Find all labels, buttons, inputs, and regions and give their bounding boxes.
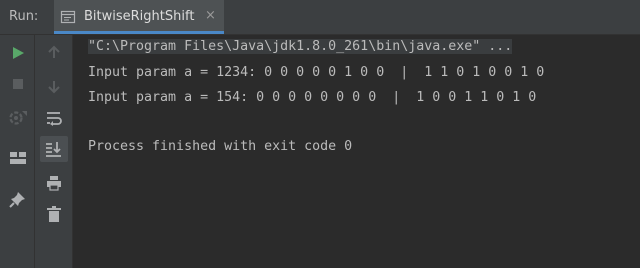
console-output[interactable]: "C:\Program Files\Java\jdk1.8.0_261\bin\…: [73, 35, 640, 268]
console-tab-icon: [60, 10, 76, 24]
run-tool-window-header: Run: BitwiseRightShift ×: [0, 0, 640, 35]
print-icon[interactable]: [46, 175, 62, 191]
soft-wrap-icon[interactable]: [45, 110, 63, 126]
tab-underline: [54, 31, 224, 34]
down-arrow-icon[interactable]: [46, 79, 62, 95]
rerun-icon[interactable]: [8, 108, 28, 126]
command-line: "C:\Program Files\Java\jdk1.8.0_261\bin\…: [88, 39, 513, 54]
close-icon[interactable]: ×: [205, 8, 216, 23]
trash-icon[interactable]: [47, 206, 61, 222]
stop-icon[interactable]: [10, 76, 26, 92]
output-line: Input param a = 154: 0 0 0 0 0 0 0 0 | 1…: [88, 90, 537, 105]
output-line: Input param a = 1234: 0 0 0 0 0 1 0 0 | …: [88, 65, 545, 80]
pin-icon[interactable]: [9, 190, 27, 208]
tab-title: BitwiseRightShift: [84, 9, 195, 24]
exit-message: Process finished with exit code 0: [88, 139, 353, 154]
scroll-to-end-icon[interactable]: [45, 141, 63, 157]
layout-icon[interactable]: [9, 150, 27, 166]
run-label: Run:: [9, 9, 39, 24]
up-arrow-icon[interactable]: [46, 44, 62, 60]
run-icon[interactable]: [10, 45, 26, 61]
